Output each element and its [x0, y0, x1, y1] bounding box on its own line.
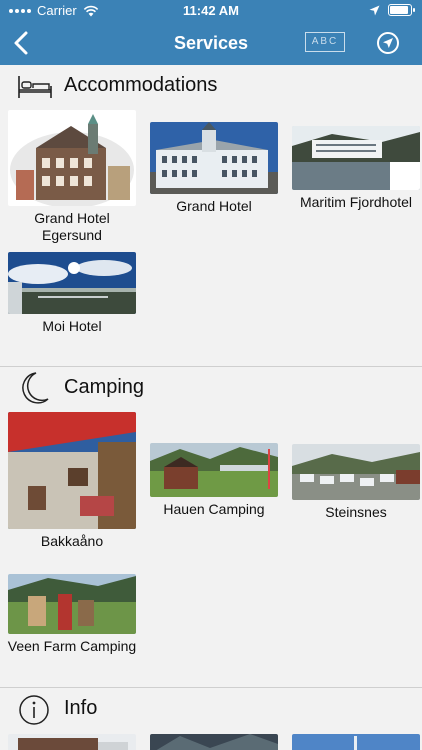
moon-icon — [22, 372, 49, 404]
abc-toggle-button[interactable]: ABC — [305, 32, 345, 52]
section-title: Camping — [64, 376, 145, 398]
service-card-hauen-camping[interactable]: Hauen Camping — [149, 443, 279, 518]
section-title: Accommodations — [64, 74, 218, 96]
section-divider — [0, 687, 422, 688]
navigation-bar: Carrier 11:42 AM Services ABC — [0, 0, 422, 65]
service-thumbnail — [150, 734, 278, 750]
service-thumbnail — [292, 734, 420, 750]
service-card-steinsnes[interactable]: Steinsnes — [291, 444, 421, 521]
battery-icon — [388, 4, 415, 16]
service-thumbnail — [8, 574, 136, 634]
location-arrow-icon — [369, 5, 380, 15]
bed-icon — [18, 76, 52, 98]
navigate-icon[interactable] — [376, 31, 400, 55]
service-card-info-3[interactable] — [291, 734, 421, 750]
service-card-maritim-fjordhotel[interactable]: Maritim Fjordhotel — [291, 126, 421, 211]
service-thumbnail — [8, 412, 136, 529]
service-card-info-1[interactable] — [7, 734, 137, 750]
page-title: Services — [173, 33, 249, 53]
nav-row: Services ABC — [0, 22, 422, 65]
service-card-moi-hotel[interactable]: Moi Hotel — [7, 252, 137, 335]
service-card-veen-farm-camping[interactable]: Veen Farm Camping — [7, 574, 137, 655]
section-header-info: Info — [0, 689, 422, 729]
service-thumbnail — [292, 444, 420, 500]
service-card-bakkaano[interactable]: Bakkaåno — [7, 412, 137, 550]
service-name: Moi Hotel — [42, 318, 102, 334]
status-bar: Carrier 11:42 AM — [0, 0, 422, 22]
service-card-grand-hotel-egersund[interactable]: Grand Hotel Egersund — [7, 110, 137, 244]
service-name: Steinsnes — [325, 504, 387, 520]
service-name: Veen Farm Camping — [7, 638, 137, 654]
service-card-grand-hotel[interactable]: Grand Hotel — [149, 122, 279, 215]
service-thumbnail — [8, 252, 136, 314]
service-thumbnail — [292, 126, 420, 190]
service-name: Grand Hotel — [176, 198, 252, 214]
section-header-accommodations: Accommodations — [0, 66, 422, 106]
service-name: Grand Hotel Egersund — [34, 210, 110, 243]
status-right — [369, 4, 415, 16]
service-thumbnail — [150, 122, 278, 194]
service-thumbnail — [8, 734, 136, 750]
service-name: Bakkaåno — [40, 533, 104, 549]
service-name: Maritim Fjordhotel — [299, 194, 413, 210]
service-name: Hauen Camping — [163, 501, 265, 517]
section-title: Info — [64, 697, 98, 719]
service-thumbnail — [150, 443, 278, 497]
section-header-camping: Camping — [0, 368, 422, 408]
service-thumbnail — [8, 110, 136, 206]
status-time: 11:42 AM — [183, 3, 239, 18]
service-card-info-2[interactable] — [149, 734, 279, 750]
info-icon — [19, 695, 49, 725]
section-divider — [0, 366, 422, 367]
